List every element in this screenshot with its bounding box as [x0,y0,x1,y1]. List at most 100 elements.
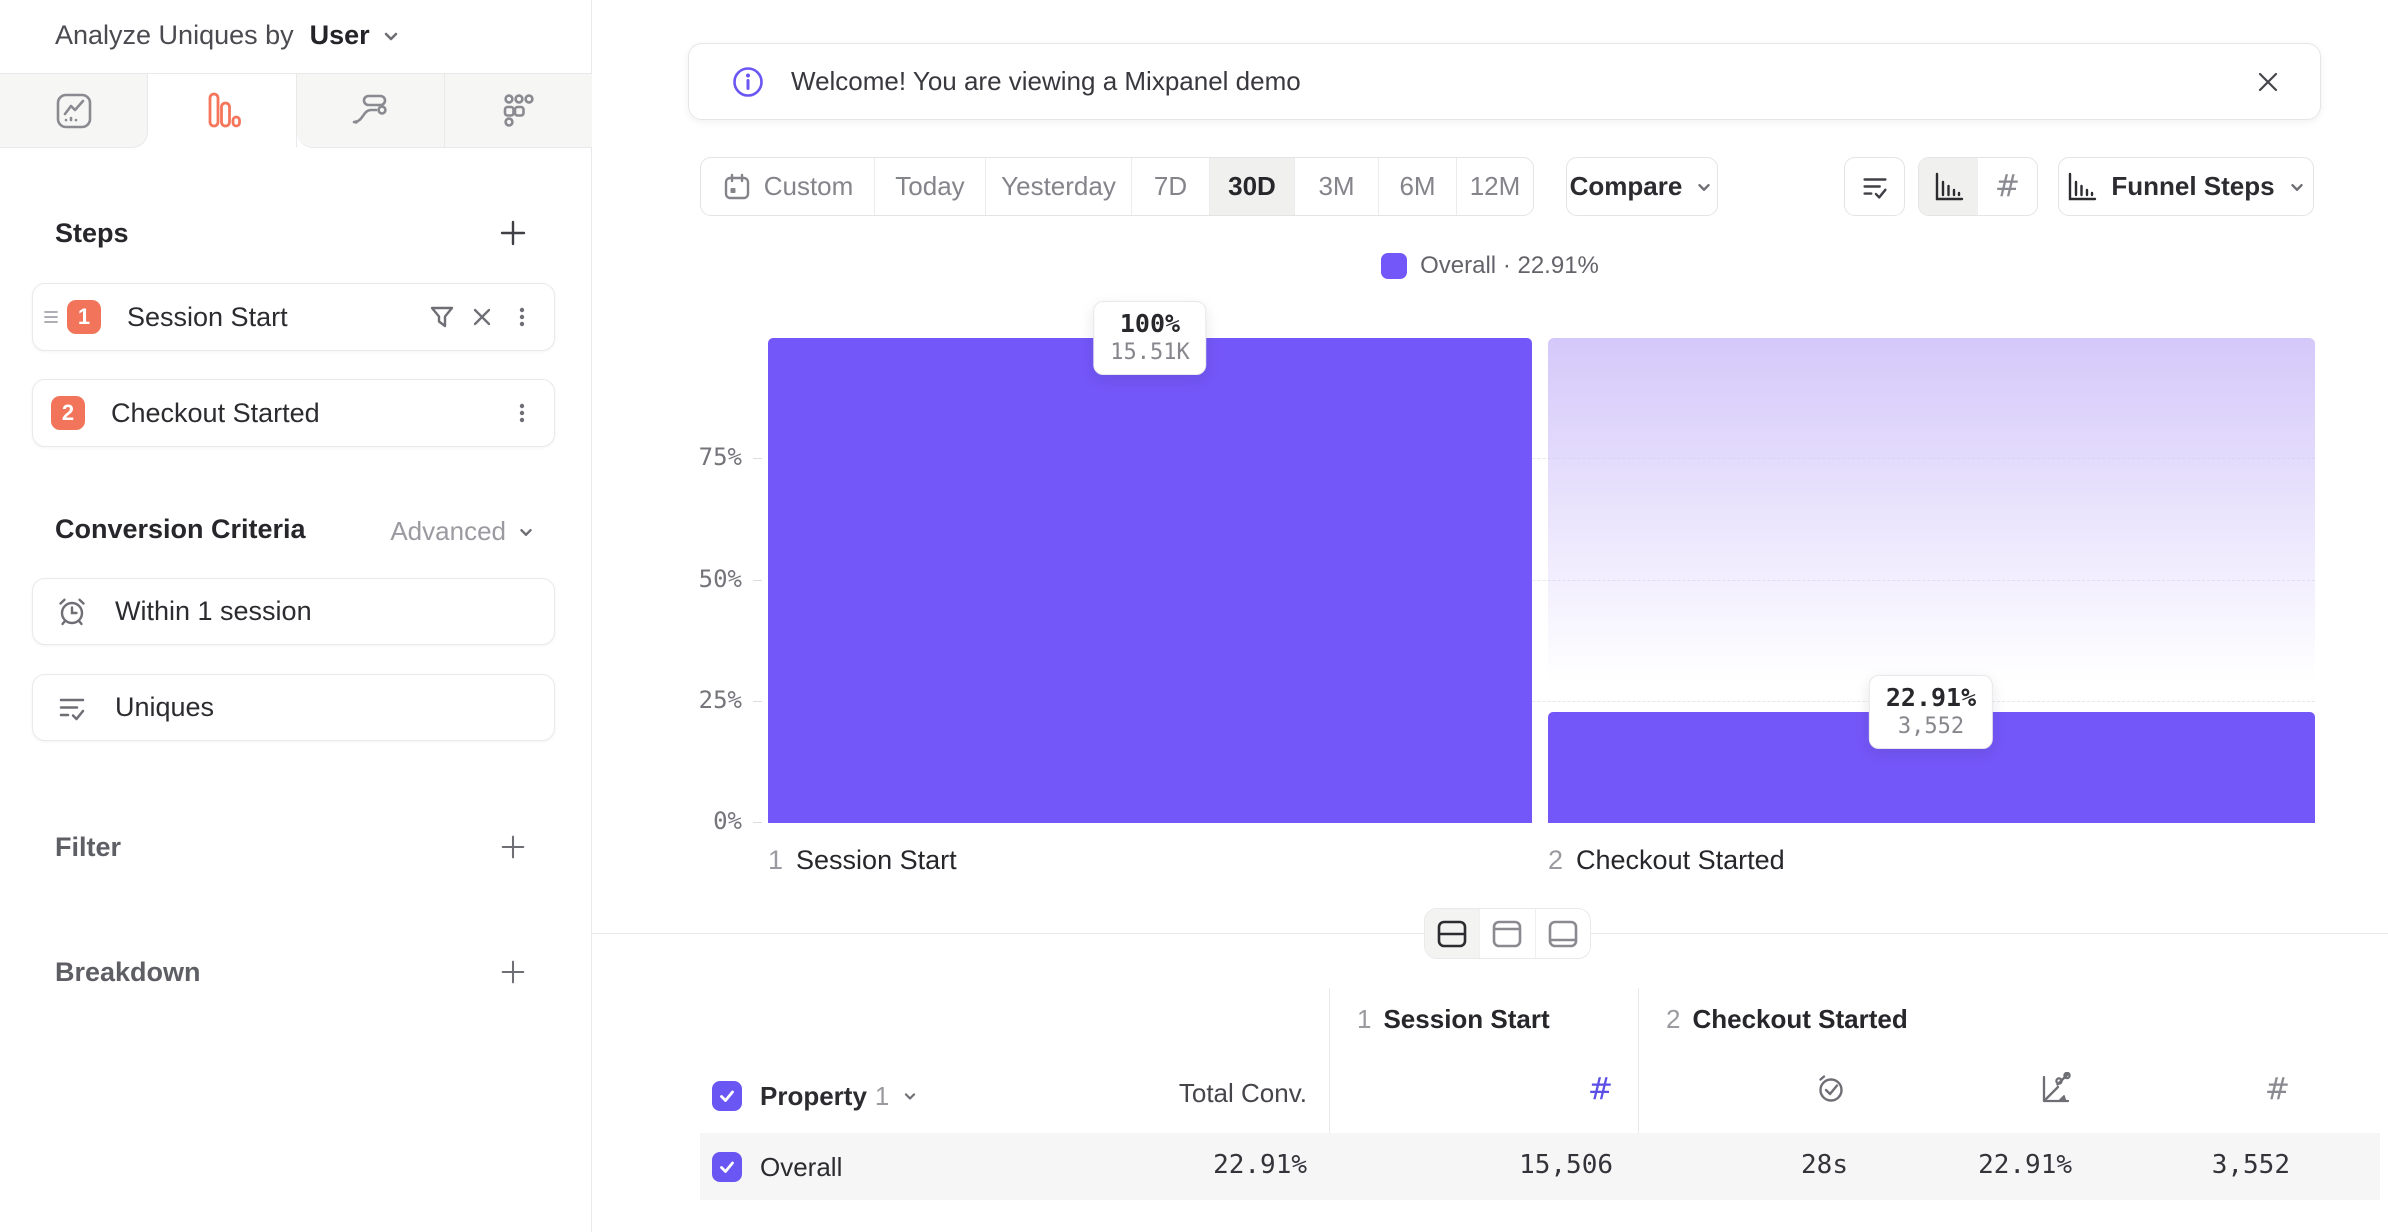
count-view-toggle[interactable]: # [1978,158,2037,215]
step-index: 2 [1548,845,1563,876]
date-range-today[interactable]: Today [875,158,986,215]
step-label[interactable]: Checkout Started [111,398,320,429]
funnel-analysis-page: Analyze Uniques by User [0,0,2388,1232]
layout-table-only-button[interactable] [1536,909,1590,958]
date-range-label: 3M [1318,171,1354,202]
uniques-toggle-button[interactable] [1844,157,1905,216]
check-icon [717,1157,737,1177]
layout-split-button[interactable] [1425,909,1480,958]
step-row[interactable]: 1 Session Start [32,283,555,351]
step-label[interactable]: Session Start [127,302,288,333]
count-metric-header[interactable]: # [1588,1072,1613,1107]
clock-check-icon [1814,1072,1848,1106]
date-range-12m[interactable]: 12M [1457,158,1533,215]
date-range-custom[interactable]: Custom [701,158,875,215]
funnel-bar-session-start[interactable] [768,338,1532,823]
compare-button[interactable]: Compare [1566,157,1718,216]
y-axis-tick-label: 25% [622,686,742,714]
y-axis-tick [753,458,762,459]
group-name: Session Start [1383,1004,1549,1035]
table-group-header: 1 Session Start [1357,1004,1550,1035]
layout-chart-only-button[interactable] [1480,909,1535,958]
tooltip-percent: 22.91% [1886,683,1976,712]
property-dropdown[interactable]: Property1 [760,1081,889,1112]
counting-method-control[interactable]: Uniques [32,674,555,741]
date-range-3m[interactable]: 3M [1295,158,1379,215]
legend-value: 22.91% [1517,252,1598,279]
step-remove-button[interactable] [462,297,502,337]
chevron-down-icon [380,25,402,47]
analyze-by-value-dropdown[interactable]: User [310,20,370,51]
group-name: Checkout Started [1692,1004,1907,1035]
plus-icon [498,832,528,862]
chart-type-label: Funnel Steps [2111,171,2274,202]
kebab-menu-icon [509,304,535,330]
alarm-clock-icon [55,595,89,629]
chart-legend[interactable]: Overall · 22.91% [592,252,2388,280]
date-range-label: 12M [1470,171,1521,202]
add-breakdown-button[interactable] [492,951,534,993]
step-filter-button[interactable] [422,297,462,337]
x-axis-step-label: 1 Session Start [768,845,957,876]
add-step-button[interactable] [492,212,534,254]
list-check-icon [55,691,89,725]
tab-funnels[interactable] [148,74,296,148]
tab-retention[interactable] [445,74,592,148]
count-metric-header[interactable]: # [2265,1072,2290,1107]
tab-flows[interactable] [297,74,445,148]
date-range-7d[interactable]: 7D [1132,158,1210,215]
row-label: Overall [760,1152,842,1183]
conv-rate-metric-header[interactable] [2038,1072,2072,1106]
layout-split-icon [1435,919,1469,949]
step-name: Checkout Started [1576,845,1785,876]
property-index: 1 [875,1081,889,1111]
conversion-window-control[interactable]: Within 1 session [32,578,555,645]
tab-insights[interactable] [0,74,148,148]
row-checkbox[interactable] [712,1152,742,1182]
date-range-30d[interactable]: 30D [1210,158,1295,215]
breakdown-section-title: Breakdown [55,957,201,988]
close-icon [2254,68,2282,96]
plus-icon [497,217,529,249]
date-range-yesterday[interactable]: Yesterday [986,158,1132,215]
kebab-menu-icon [509,400,535,426]
analyze-by-control: Analyze Uniques by User [55,20,402,51]
banner-close-button[interactable] [2254,68,2282,96]
total-conv-header[interactable]: Total Conv. [1179,1078,1307,1109]
cell-total-conv: 22.91% [1213,1150,1307,1180]
drag-handle-icon[interactable] [43,308,59,326]
chart-percent-icon [2038,1072,2072,1106]
property-header: Property1 [712,1068,919,1124]
select-all-checkbox[interactable] [712,1081,742,1111]
cell-step2-conv-rate: 22.91% [1978,1150,2072,1180]
chart-type-dropdown[interactable]: Funnel Steps [2058,157,2314,216]
report-type-tabs [0,73,592,148]
tooltip-count: 15.51K [1110,340,1189,365]
compare-label: Compare [1570,171,1683,202]
step-menu-button[interactable] [502,393,542,433]
banner-text: Welcome! You are viewing a Mixpanel demo [791,66,1301,97]
chevron-down-icon [2287,177,2307,197]
funnels-icon [202,91,242,131]
step-row[interactable]: 2 Checkout Started [32,379,555,447]
funnel-dropoff-area [1548,338,2315,712]
hash-icon: # [1995,169,2020,204]
date-range-6m[interactable]: 6M [1379,158,1457,215]
welcome-banner: Welcome! You are viewing a Mixpanel demo [688,43,2321,120]
advanced-dropdown[interactable]: Advanced [390,516,536,547]
add-filter-button[interactable] [492,826,534,868]
group-index: 2 [1666,1004,1680,1035]
legend-label: Overall [1420,252,1496,279]
list-check-icon [1859,171,1891,203]
avg-time-metric-header[interactable] [1814,1072,1848,1106]
step-menu-button[interactable] [502,297,542,337]
steps-section-title: Steps [55,218,129,249]
percent-view-toggle[interactable] [1919,158,1978,215]
legend-swatch [1381,253,1407,279]
y-axis-tick [753,701,762,702]
chevron-down-icon [1694,177,1714,197]
chevron-down-icon [901,1087,919,1105]
step-index: 1 [768,845,783,876]
analyze-by-label: Analyze Uniques by [55,20,294,51]
date-range-label: Custom [764,171,854,202]
